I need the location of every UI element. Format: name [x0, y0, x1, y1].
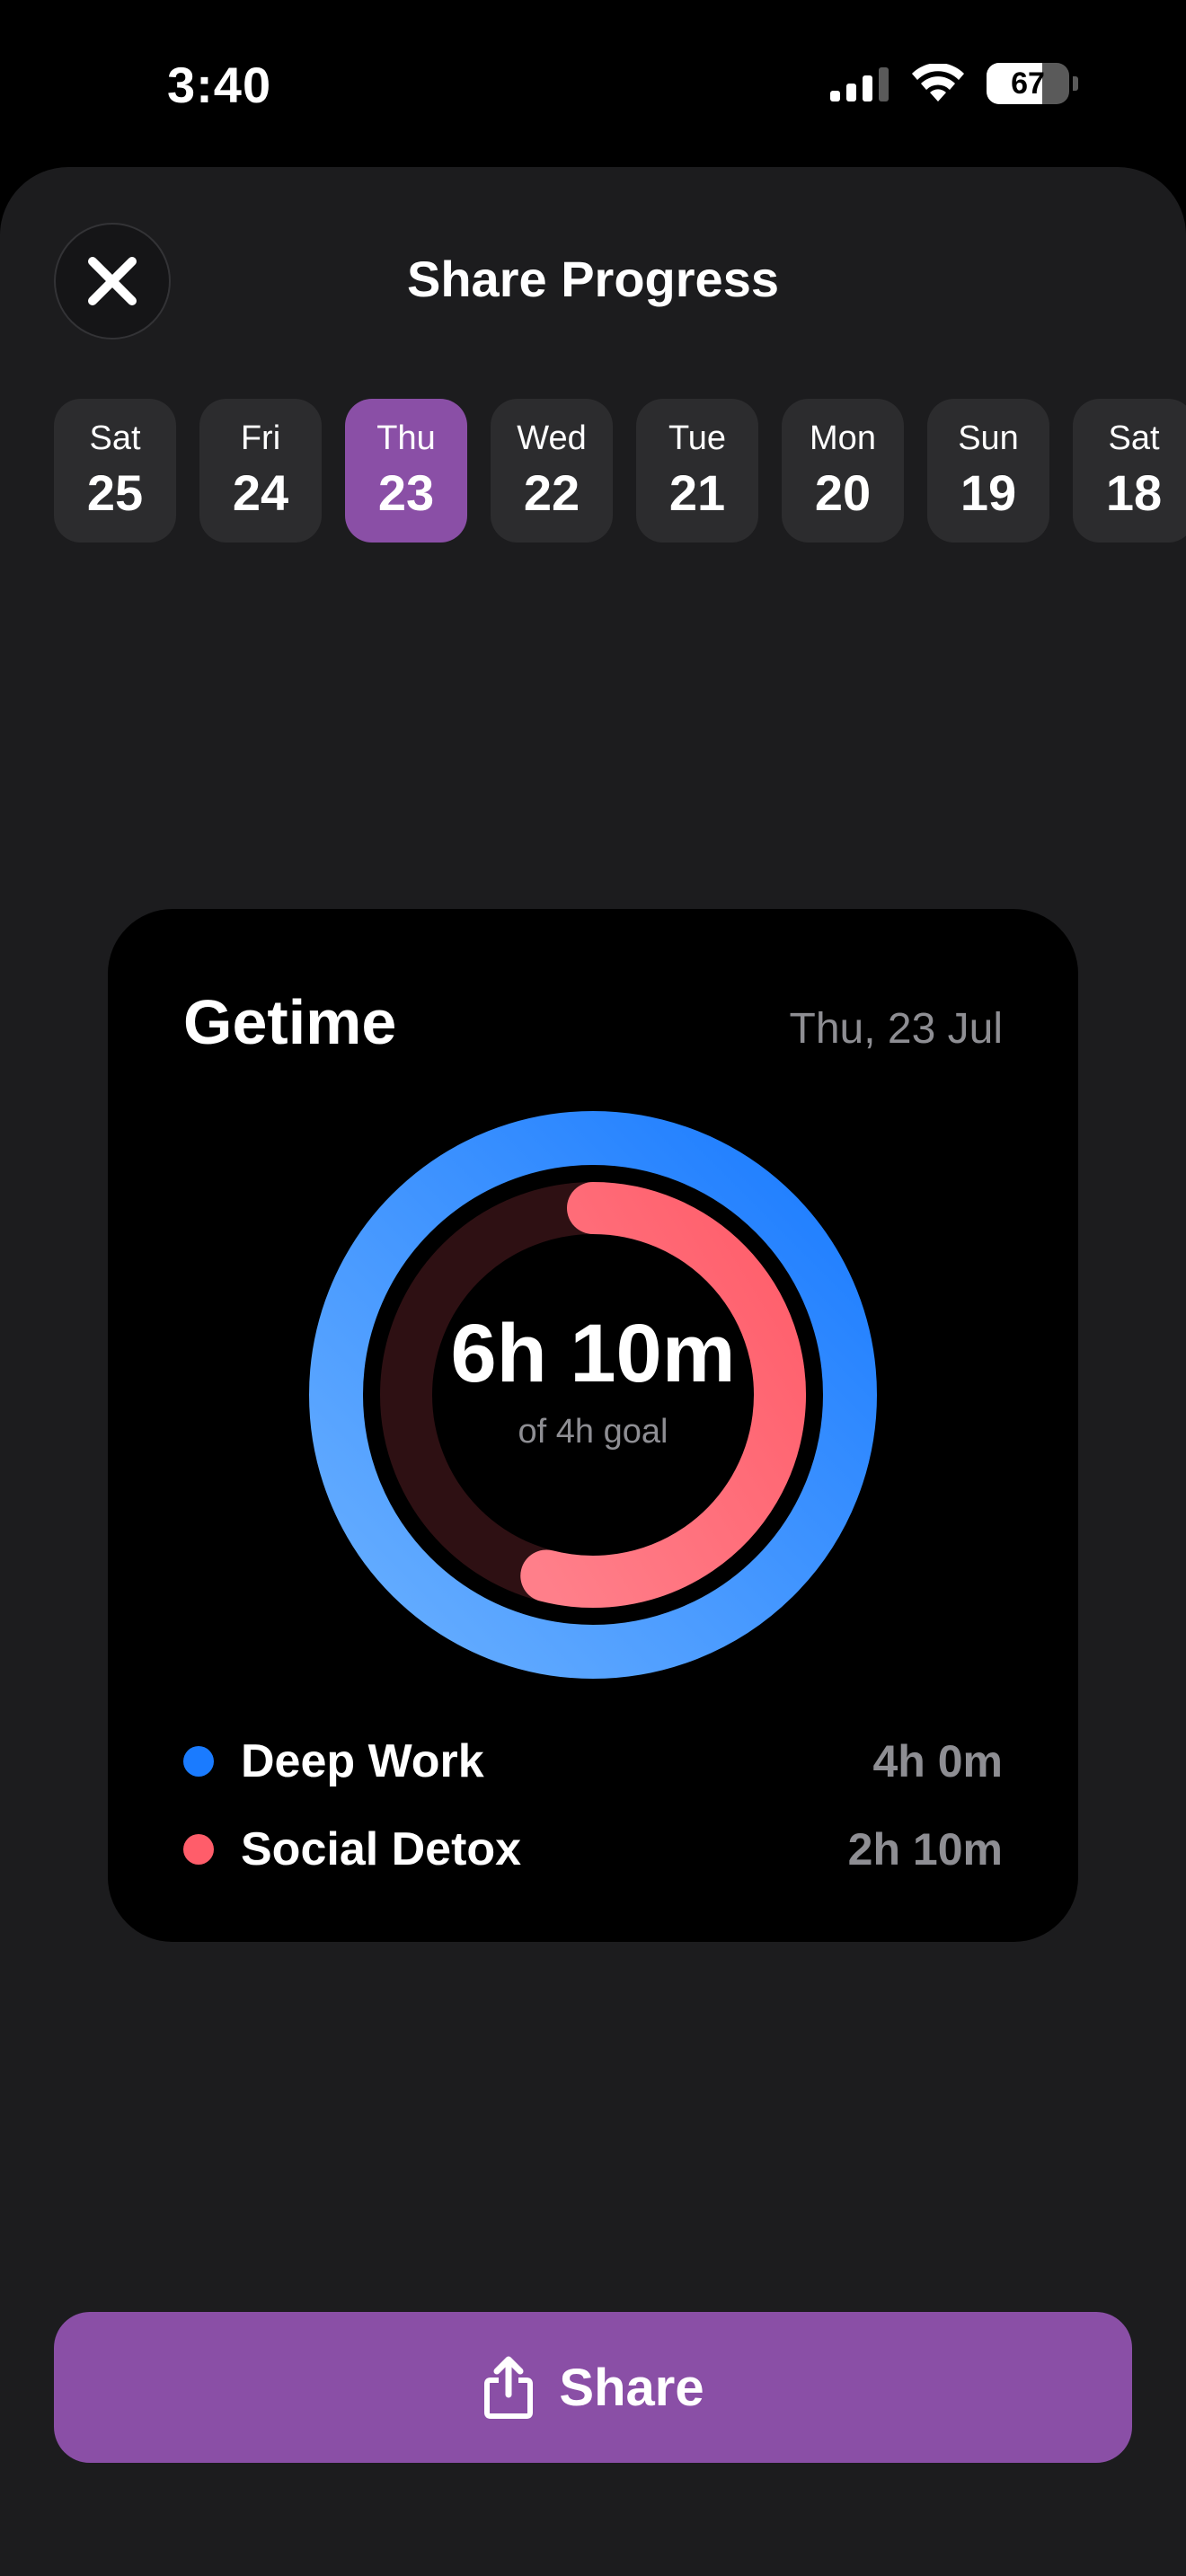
date-chip-day: 20: [814, 464, 872, 521]
date-selector: Sat 25 Fri 24 Thu 23 Wed 22 Tue 21 Mon 20 Sun 19 Sat 18: [54, 399, 1186, 543]
date-chip-day: 18: [1105, 464, 1163, 521]
legend-dot: [183, 1746, 214, 1777]
total-time: 6h 10m: [450, 1307, 736, 1399]
share-icon: [484, 2356, 534, 2419]
legend-value: 4h 0m: [872, 1736, 1003, 1786]
date-chip-weekday: Tue: [668, 419, 727, 457]
date-chip-wed-22[interactable]: Wed 22: [491, 399, 613, 543]
date-chip-weekday: Sat: [89, 419, 141, 457]
date-chip-day: 21: [668, 464, 726, 521]
share-button-label: Share: [559, 2358, 704, 2417]
date-chip-weekday: Wed: [517, 419, 587, 457]
date-chip-day: 25: [86, 464, 144, 521]
legend-row: Social Detox 2h 10m: [183, 1805, 1003, 1893]
legend-label: Social Detox: [241, 1823, 522, 1875]
date-chip-day: 23: [377, 464, 435, 521]
date-chip-weekday: Thu: [376, 419, 436, 457]
wifi-icon: [912, 64, 964, 101]
progress-rings: 6h 10m of 4h goal: [309, 1111, 877, 1679]
date-chip-mon-20[interactable]: Mon 20: [782, 399, 904, 543]
legend-label: Deep Work: [241, 1735, 484, 1787]
date-chip-fri-24[interactable]: Fri 24: [199, 399, 322, 543]
goal-text: of 4h goal: [518, 1412, 668, 1451]
date-chip-day: 22: [523, 464, 580, 521]
share-sheet: Share Progress Sat 25 Fri 24 Thu 23 Wed 22 Tue 21…: [0, 167, 1186, 2576]
date-chip-sat-25[interactable]: Sat 25: [54, 399, 176, 543]
date-chip-sun-19[interactable]: Sun 19: [927, 399, 1049, 543]
date-chip-weekday: Fri: [240, 419, 281, 457]
date-chip-day: 24: [232, 464, 289, 521]
legend-row: Deep Work 4h 0m: [183, 1717, 1003, 1805]
battery-percent: 67: [1011, 66, 1045, 101]
date-chip-weekday: Sun: [958, 419, 1019, 457]
cellular-signal-icon: [830, 67, 889, 101]
screen: { "status_bar": { "time": "3:40", "batte…: [0, 0, 1186, 2576]
date-chip-sat-18[interactable]: Sat 18: [1073, 399, 1186, 543]
legend-dot: [183, 1834, 214, 1865]
battery-icon: 67: [987, 63, 1069, 104]
legend: Deep Work 4h 0m Social Detox 2h 10m: [183, 1717, 1003, 1893]
page-title: Share Progress: [407, 251, 779, 307]
share-button[interactable]: Share: [54, 2312, 1132, 2463]
date-chip-weekday: Sat: [1108, 419, 1160, 457]
progress-card: Getime Thu, 23 Jul 6h 10m of 4h goal Dee…: [108, 909, 1078, 1942]
status-icons: 67: [830, 63, 1078, 104]
date-chip-tue-21[interactable]: Tue 21: [636, 399, 758, 543]
battery-cap: [1073, 76, 1078, 91]
status-time: 3:40: [167, 57, 272, 113]
app-name: Getime: [183, 987, 397, 1057]
date-chip-thu-23[interactable]: Thu 23: [345, 399, 467, 543]
date-chip-weekday: Mon: [810, 419, 876, 457]
status-bar: 3:40 67: [0, 0, 1186, 167]
date-chip-day: 19: [960, 464, 1017, 521]
legend-value: 2h 10m: [847, 1824, 1003, 1875]
ring-center: 6h 10m of 4h goal: [309, 1111, 877, 1679]
card-date: Thu, 23 Jul: [789, 1005, 1003, 1053]
